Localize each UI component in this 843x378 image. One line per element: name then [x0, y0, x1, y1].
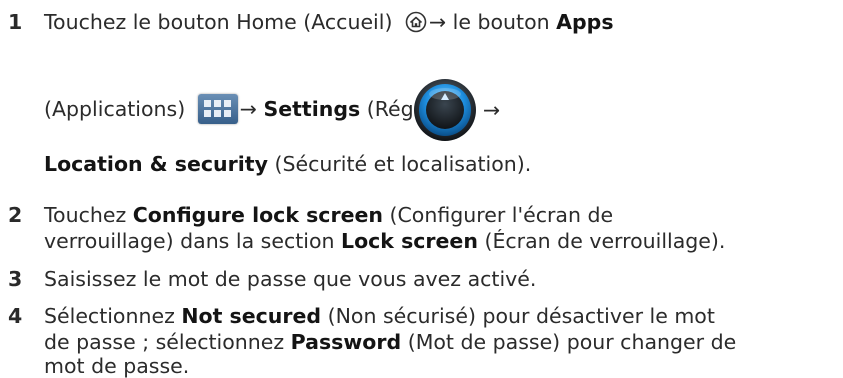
step-text: (Mot de passe) pour changer de: [401, 330, 737, 354]
step-text: (Non sécurisé) pour désactiver le mot: [321, 304, 715, 328]
step-number: 2: [8, 203, 23, 227]
step-2-line-1: Touchez Configure lock screen (Configure…: [44, 203, 613, 227]
step-1-line-3: Location & security (Sécurité et localis…: [44, 152, 531, 176]
step-3-line-1: Saisissez le mot de passe que vous avez …: [44, 267, 536, 291]
step-text: Touchez le bouton Home (Accueil): [44, 10, 399, 34]
apps-label: Apps: [556, 10, 614, 34]
step-text: Touchez: [44, 203, 133, 227]
arrow-icon: →: [239, 97, 257, 121]
step-text: (Écran de verrouillage).: [477, 229, 726, 253]
step-text: Saisissez le mot de passe que vous avez …: [44, 267, 537, 291]
arrow-icon: →: [428, 10, 447, 34]
instruction-document: 1 Touchez le bouton Home (Accueil) → le …: [0, 0, 843, 378]
step-4-line-2: de passe ; sélectionnez Password (Mot de…: [44, 330, 736, 354]
settings-dial-icon: [413, 78, 477, 142]
step-number: 3: [8, 267, 23, 291]
step-text: le bouton: [446, 10, 557, 34]
step-1-line-1: Touchez le bouton Home (Accueil) → le bo…: [44, 10, 614, 34]
step-text: Sélectionnez: [44, 304, 182, 328]
home-icon: [405, 11, 427, 33]
password-label: Password: [290, 330, 402, 354]
apps-grid-icon: [197, 94, 238, 124]
step-number: 4: [8, 304, 23, 328]
location-security-label: Location & security: [44, 152, 268, 176]
step-text: (Configurer l'écran de: [382, 203, 614, 227]
step-text: de passe ; sélectionnez: [44, 330, 291, 354]
step-number: 1: [8, 10, 23, 34]
not-secured-label: Not secured: [181, 304, 322, 328]
arrow-after-settings: →: [483, 98, 500, 122]
step-4-line-1: Sélectionnez Not secured (Non sécurisé) …: [44, 304, 715, 328]
arrow-icon: →: [483, 98, 501, 122]
step-4-line-3: mot de passe.: [44, 354, 189, 378]
step-text: verrouillage) dans la section: [44, 229, 341, 253]
settings-label: Settings: [263, 97, 361, 121]
step-text: mot de passe.: [44, 354, 190, 378]
configure-lock-screen-label: Configure lock screen: [132, 203, 383, 227]
step-2-line-2: verrouillage) dans la section Lock scree…: [44, 229, 725, 253]
step-text: (Applications): [44, 97, 192, 121]
step-1-line-2: (Applications) → Settings (Réglages): [44, 94, 476, 124]
lock-screen-label: Lock screen: [341, 229, 478, 253]
step-text: (Sécurité et localisation).: [267, 152, 532, 176]
